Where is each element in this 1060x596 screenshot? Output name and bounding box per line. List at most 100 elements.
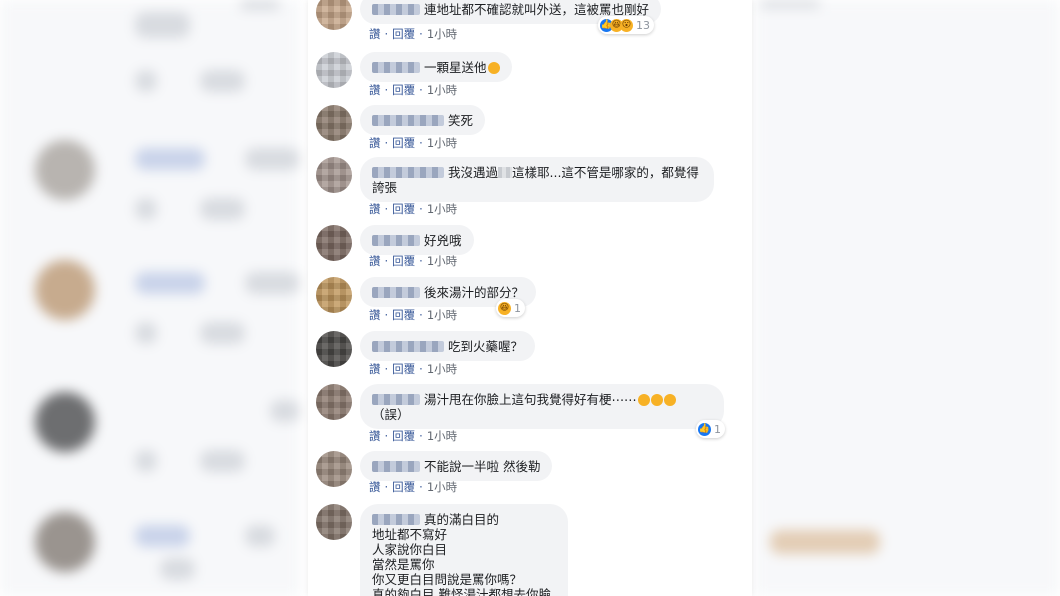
blurred-block (270, 400, 300, 422)
comment-text: 誇張 (372, 180, 398, 195)
comment-text: 不能說一半啦 然後勒 (424, 459, 541, 474)
comment-actions: 讚 · 回覆 · 1小時 (369, 307, 461, 323)
like-link[interactable]: 讚 (369, 27, 381, 41)
comment-actions: 讚 · 回覆 · 1小時 (369, 253, 461, 269)
reply-link[interactable]: 回覆 (392, 308, 415, 322)
separator: · (384, 429, 389, 443)
blurred-avatar (35, 260, 95, 320)
comment-actions: 讚 · 回覆 · 1小時 (369, 26, 461, 42)
comment-actions: 讚 · 回覆 · 1小時 (369, 201, 461, 217)
commenter-name[interactable] (372, 394, 420, 405)
comment-text: 一顆星送他 (424, 60, 487, 75)
avatar[interactable] (316, 504, 352, 540)
comment-text: 吃到火藥喔？ (448, 339, 524, 354)
separator: · (419, 362, 423, 376)
commenter-name[interactable] (372, 115, 444, 126)
blurred-block (770, 530, 880, 554)
reply-link[interactable]: 回覆 (392, 136, 415, 150)
timestamp[interactable]: 1小時 (427, 136, 457, 150)
separator: · (419, 480, 423, 494)
separator: · (419, 308, 423, 322)
reply-link[interactable]: 回覆 (392, 429, 415, 443)
timestamp[interactable]: 1小時 (427, 362, 457, 376)
separator: · (419, 429, 423, 443)
separator: · (384, 27, 389, 41)
blurred-avatar (35, 512, 95, 572)
timestamp[interactable]: 1小時 (427, 308, 457, 322)
reply-link[interactable]: 回覆 (392, 202, 415, 216)
commenter-name[interactable] (372, 4, 420, 15)
blurred-block (135, 450, 157, 472)
blurred-block (245, 272, 300, 294)
reaction-summary[interactable]: 👍 😆 😮 13 (598, 16, 654, 34)
avatar[interactable] (316, 225, 352, 261)
timestamp[interactable]: 1小時 (427, 254, 457, 268)
rofl-emoji-icon (637, 394, 650, 406)
timestamp[interactable]: 1小時 (427, 480, 457, 494)
avatar[interactable] (316, 451, 352, 487)
comment-text: 這樣耶...這不管是哪家的，都覺得 (512, 165, 699, 180)
comment-bubble: 吃到火藥喔？ (360, 331, 536, 361)
reply-link[interactable]: 回覆 (392, 27, 415, 41)
rofl-emoji-icon (650, 394, 663, 406)
comment-bubble: 湯汁甩在你臉上這句我覺得好有梗⋯⋯ （誤） (360, 384, 724, 429)
reply-link[interactable]: 回覆 (392, 254, 415, 268)
avatar[interactable] (316, 0, 352, 30)
avatar[interactable] (316, 52, 352, 88)
separator: · (419, 136, 423, 150)
reaction-count: 1 (714, 422, 721, 436)
commenter-name[interactable] (372, 287, 420, 298)
reply-link[interactable]: 回覆 (392, 83, 415, 97)
like-icon: 👍 (698, 422, 711, 436)
timestamp[interactable]: 1小時 (427, 83, 457, 97)
separator: · (384, 308, 389, 322)
avatar[interactable] (316, 105, 352, 141)
separator: · (384, 202, 389, 216)
comment-text: 連地址都不確認就叫外送，這被罵也剛好 (424, 2, 650, 17)
comment-line: 人家說你白目 (372, 542, 448, 557)
commenter-name[interactable] (372, 167, 444, 178)
like-link[interactable]: 讚 (369, 254, 381, 268)
like-link[interactable]: 讚 (369, 83, 381, 97)
separator: · (384, 254, 389, 268)
comment-bubble: 真的滿白目的 地址都不寫好 人家說你白目 當然是罵你 你又更白目問說是罵你嗎？ … (360, 504, 568, 596)
avatar[interactable] (316, 277, 352, 313)
blurred-avatar (35, 392, 95, 452)
timestamp[interactable]: 1小時 (427, 202, 457, 216)
like-link[interactable]: 讚 (369, 480, 381, 494)
comment-actions: 讚 · 回覆 · 1小時 (369, 135, 461, 151)
like-link[interactable]: 讚 (369, 202, 381, 216)
smile-emoji-icon (487, 62, 500, 74)
blurred-block (135, 198, 157, 220)
avatar[interactable] (316, 157, 352, 193)
separator: · (419, 83, 423, 97)
comment-text: 好兇哦 (424, 233, 462, 248)
commenter-name[interactable] (372, 341, 444, 352)
reply-link[interactable]: 回覆 (392, 480, 415, 494)
like-link[interactable]: 讚 (369, 429, 381, 443)
comment-bubble: 我沒遇過 這樣耶...這不管是哪家的，都覺得 誇張 (360, 157, 714, 202)
commenter-name[interactable] (372, 62, 420, 73)
timestamp[interactable]: 1小時 (427, 429, 457, 443)
timestamp[interactable]: 1小時 (427, 27, 457, 41)
comment-text: 笑死 (448, 113, 474, 128)
avatar[interactable] (316, 384, 352, 420)
commenter-name[interactable] (372, 235, 420, 246)
reply-link[interactable]: 回覆 (392, 362, 415, 376)
blurred-block (200, 322, 245, 344)
reaction-count: 1 (514, 301, 521, 315)
like-link[interactable]: 讚 (369, 136, 381, 150)
blurred-block (135, 322, 157, 344)
avatar[interactable] (316, 331, 352, 367)
blurred-block (245, 148, 300, 170)
blurred-block (135, 148, 205, 170)
commenter-name[interactable] (372, 461, 420, 472)
commenter-name[interactable] (372, 514, 420, 525)
like-link[interactable]: 讚 (369, 362, 381, 376)
reaction-summary[interactable]: 😆 1 (496, 299, 525, 317)
separator: · (384, 136, 389, 150)
comment-actions: 讚 · 回覆 · 1小時 (369, 428, 461, 444)
comment-line: 當然是罵你 (372, 557, 435, 572)
reaction-summary[interactable]: 👍 1 (696, 420, 725, 438)
like-link[interactable]: 讚 (369, 308, 381, 322)
